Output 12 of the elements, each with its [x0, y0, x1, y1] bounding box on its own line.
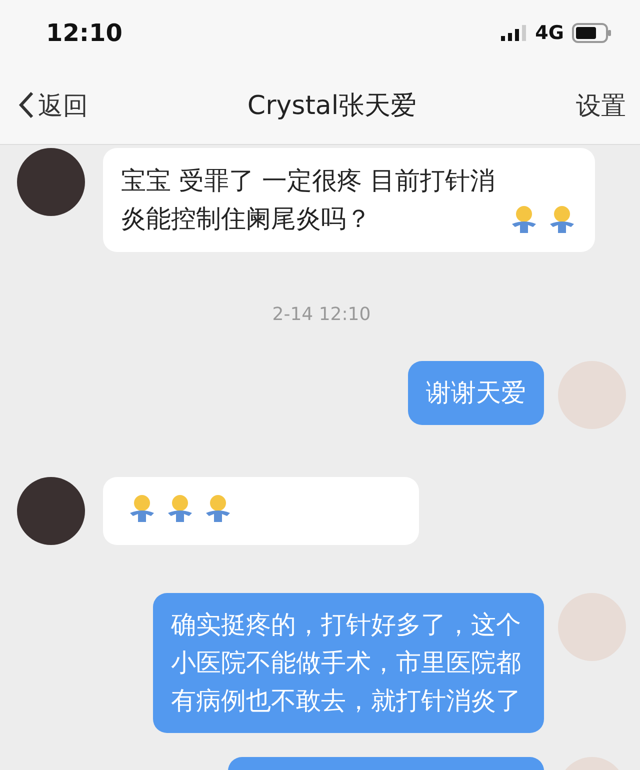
message-text: 确实挺疼的，打针好多了，这个小医院不能做手术，市里医院都有病例也不敢去，就打针消炎了: [171, 609, 522, 717]
settings-button[interactable]: 设置: [576, 88, 626, 122]
battery-icon: [572, 23, 612, 43]
signal-icon: [501, 25, 528, 41]
message-text: 宝宝 受罪了 一定很疼 目前打针消炎能控制住阑尾炎吗？: [121, 165, 496, 235]
chat-title: Crystal张天爱: [247, 90, 417, 122]
message-text: 谢谢天爱: [426, 377, 526, 409]
timestamp: 2-14 12:10: [272, 304, 371, 325]
clock-time: 12:10: [46, 19, 122, 47]
chevron-left-icon: [18, 91, 34, 119]
back-button[interactable]: 返回: [18, 88, 88, 122]
network-label: 4G: [535, 22, 564, 44]
